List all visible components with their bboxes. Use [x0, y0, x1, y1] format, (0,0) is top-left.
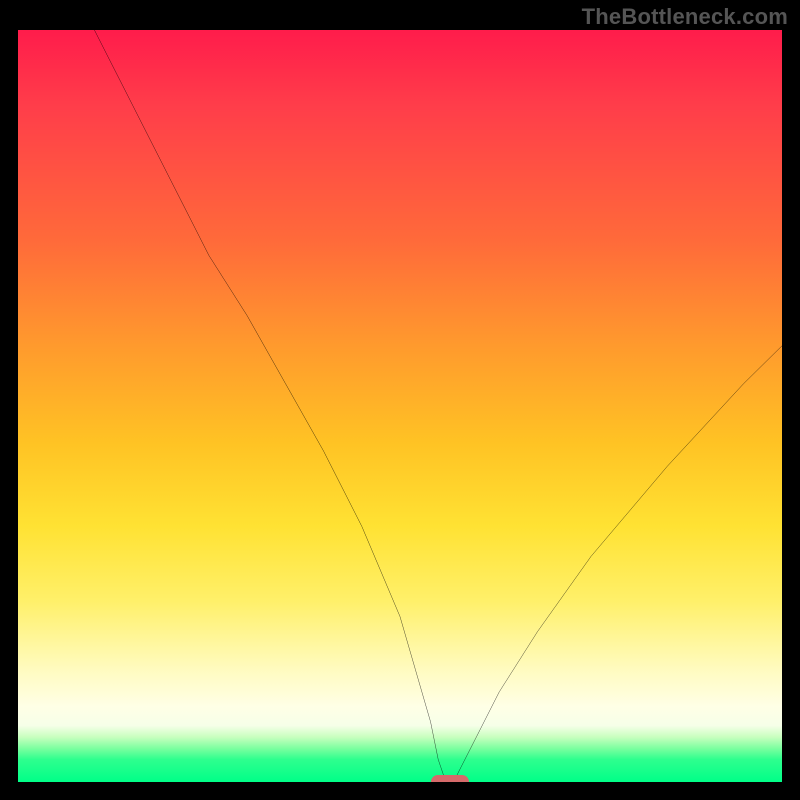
plot-area — [18, 30, 782, 782]
chart-frame: TheBottleneck.com — [0, 0, 800, 800]
watermark-text: TheBottleneck.com — [582, 4, 788, 30]
optimum-marker — [431, 775, 469, 782]
bottleneck-curve — [18, 30, 782, 782]
